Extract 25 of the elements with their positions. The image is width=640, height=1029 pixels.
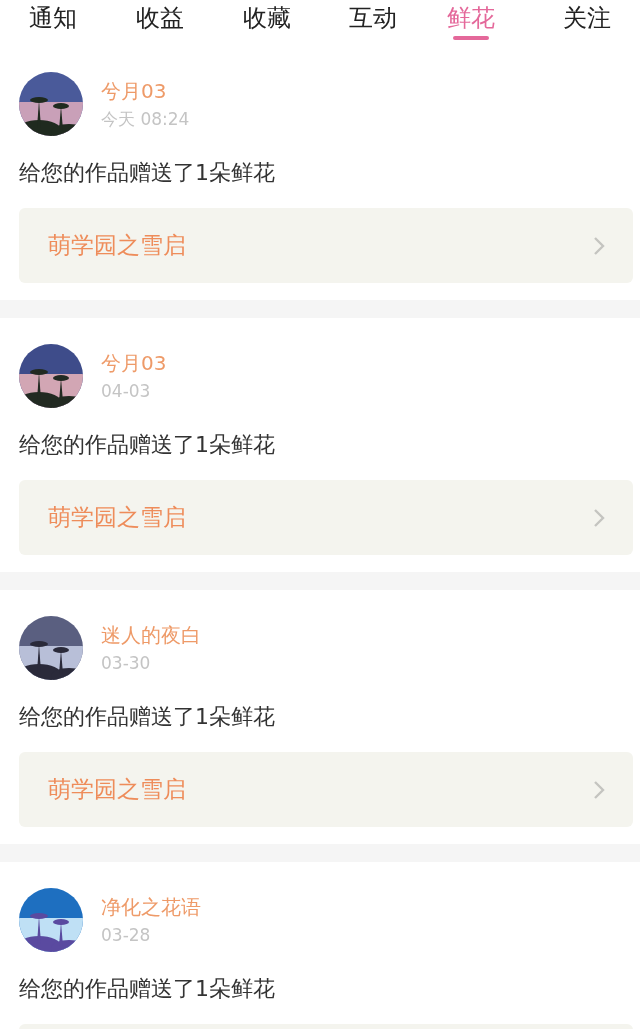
message-text: 给您的作品赠送了1朵鲜花 <box>19 159 276 187</box>
message-text: 给您的作品赠送了1朵鲜花 <box>19 975 276 1003</box>
work-link[interactable]: 萌学园之雪启 <box>19 208 633 283</box>
tab[interactable]: 鲜花 <box>447 4 495 32</box>
timestamp: 今天 08:24 <box>101 108 190 130</box>
user-name[interactable]: 净化之花语 <box>101 894 201 920</box>
tab[interactable]: 收藏 <box>242 4 291 32</box>
tab[interactable]: 互动 <box>349 4 398 32</box>
work-link[interactable]: 萌学园之雪启 <box>19 480 633 555</box>
user-name[interactable]: 兮月03 <box>101 78 190 104</box>
timestamp: 03-30 <box>101 652 152 674</box>
user-name[interactable]: 兮月03 <box>101 350 167 376</box>
timestamp: 04-03 <box>101 380 152 402</box>
tab-indicator <box>453 36 489 40</box>
tab[interactable]: 关注 <box>562 4 611 32</box>
message-text: 给您的作品赠送了1朵鲜花 <box>19 431 276 459</box>
chevron-right-icon <box>593 235 605 256</box>
message-text: 给您的作品赠送了1朵鲜花 <box>19 703 276 731</box>
chevron-right-icon <box>593 779 605 800</box>
tab[interactable]: 收益 <box>136 4 184 32</box>
work-link[interactable]: 萌学园之雪启 <box>19 752 633 827</box>
timestamp: 03-28 <box>101 924 152 946</box>
tab[interactable]: 通知 <box>29 4 78 32</box>
chevron-right-icon <box>593 507 605 528</box>
user-name[interactable]: 迷人的夜白 <box>101 622 201 648</box>
